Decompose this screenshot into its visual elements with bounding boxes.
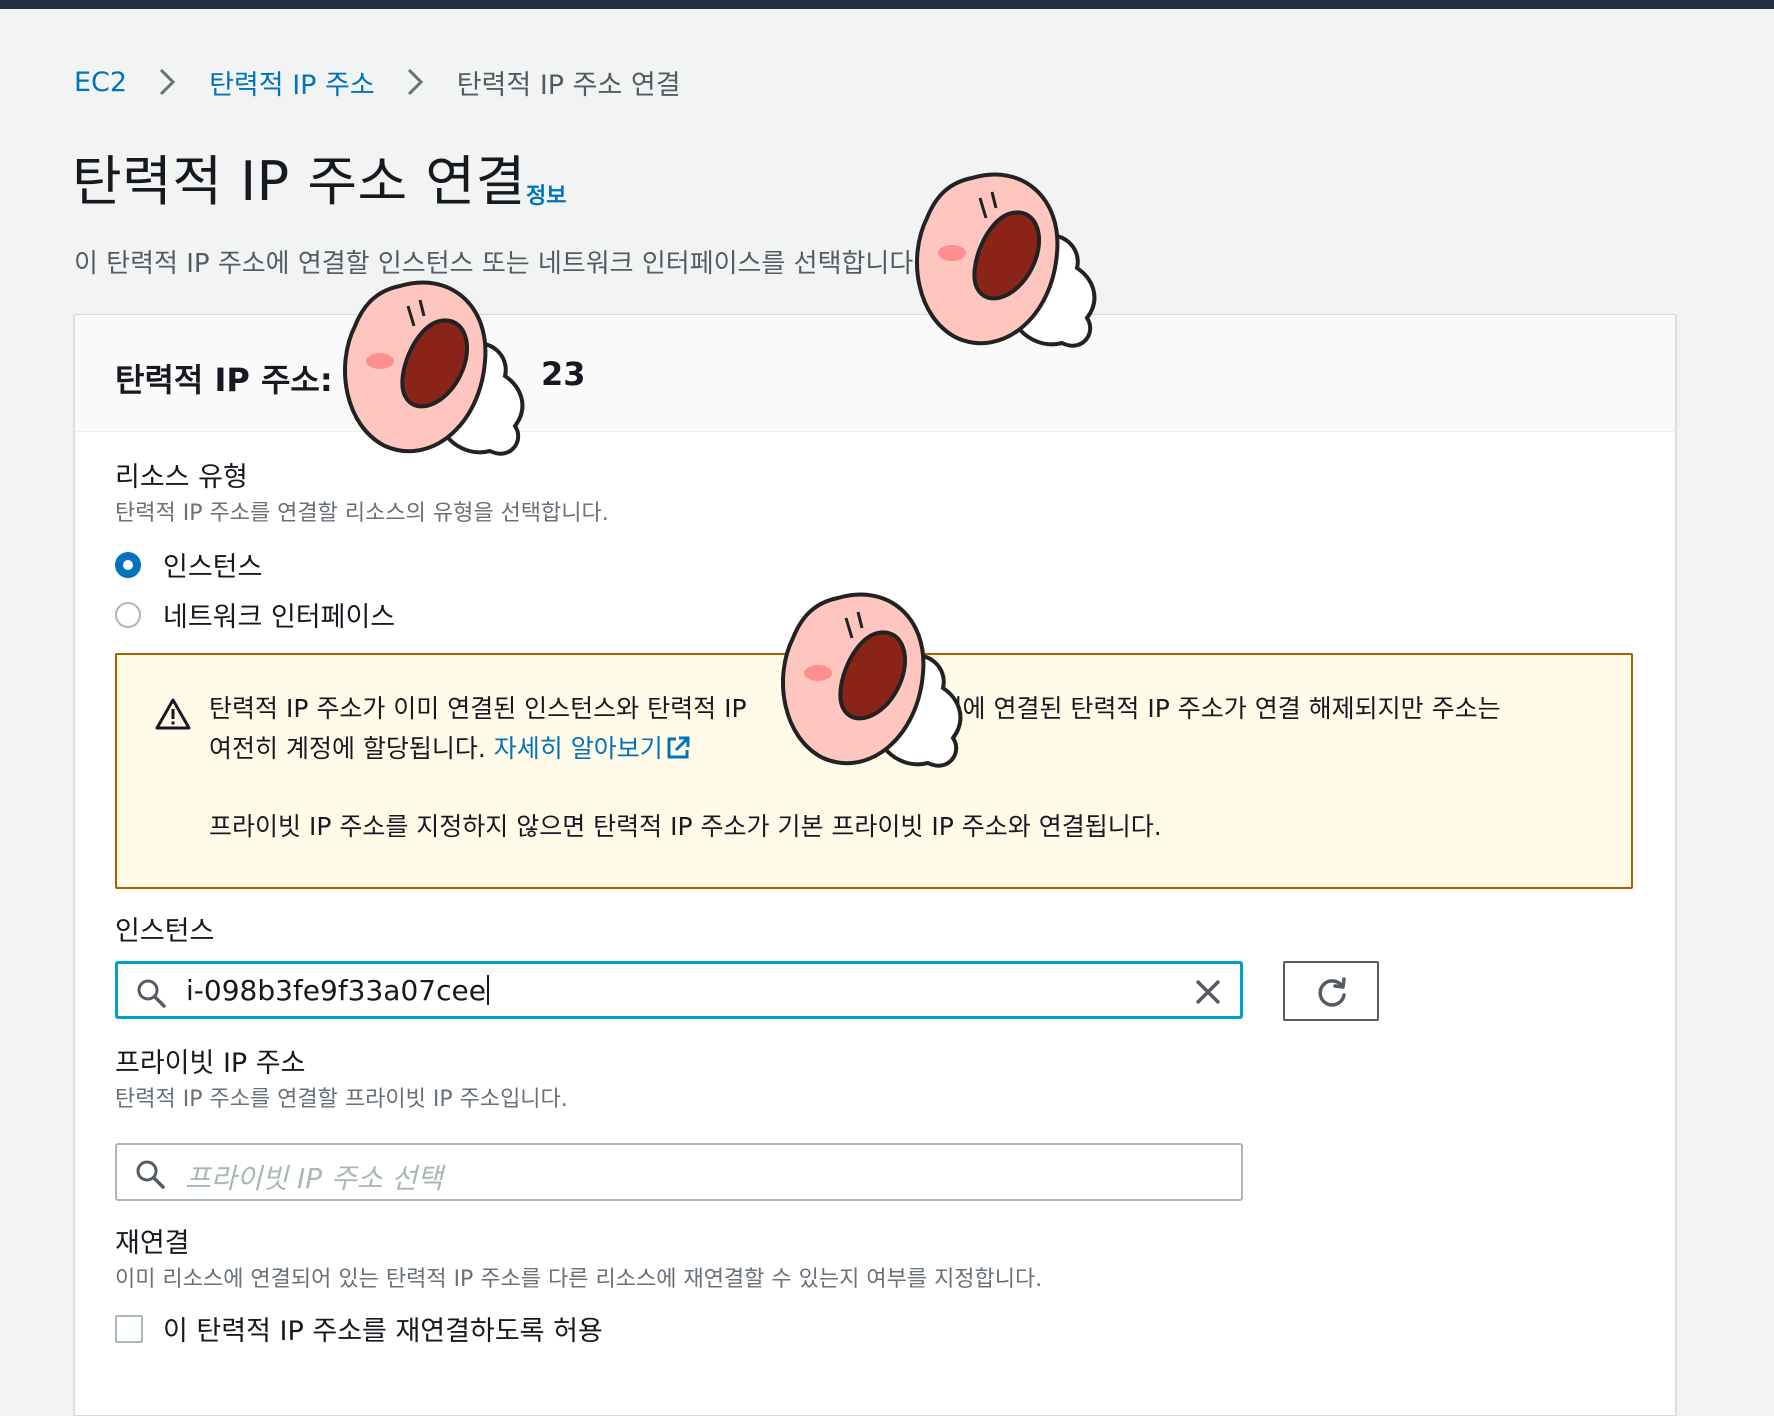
panel-title: 탄력적 IP 주소: — [115, 361, 333, 399]
refresh-icon — [1318, 977, 1346, 1007]
page-description: 이 탄력적 IP 주소에 연결할 인스턴스 또는 네트워크 인터페이스를 선택합… — [74, 249, 922, 279]
association-panel: 탄력적 IP 주소: 23 리소스 유형 탄력적 IP 주소를 연결할 리소스의… — [74, 314, 1676, 1416]
instance-search-value[interactable]: i-098b3fe9f33a07cee — [186, 974, 489, 1007]
breadcrumb-current: 탄력적 IP 주소 연결 — [456, 69, 681, 101]
top-navigation-bar — [0, 0, 1774, 9]
instance-search-input[interactable]: i-098b3fe9f33a07cee — [115, 961, 1243, 1019]
radio-instance-label: 인스턴스 — [163, 552, 263, 583]
checkbox[interactable] — [115, 1314, 143, 1343]
alert-text-line2: 여전히 계정에 할당됩니다. — [209, 734, 486, 763]
resource-type-description: 탄력적 IP 주소를 연결할 리소스의 유형을 선택합니다. — [115, 501, 609, 526]
breadcrumb-ec2[interactable]: EC2 — [74, 67, 127, 98]
radio-button-checked[interactable] — [115, 551, 141, 578]
radio-button-unchecked[interactable] — [115, 601, 141, 628]
radio-network-interface-label: 네트워크 인터페이스 — [163, 602, 396, 633]
peach-character-sticker — [343, 280, 525, 456]
resource-type-label: 리소스 유형 — [115, 462, 248, 493]
panel-header: 탄력적 IP 주소: 23 — [75, 315, 1675, 432]
reassociation-label: 재연결 — [115, 1228, 190, 1259]
radio-network-interface[interactable]: 네트워크 인터페이스 — [115, 595, 395, 634]
private-ip-description: 탄력적 IP 주소를 연결할 프라이빗 IP 주소입니다. — [115, 1087, 568, 1112]
private-ip-placeholder: 프라이빗 IP 주소 선택 — [185, 1162, 443, 1195]
chevron-right-icon — [160, 68, 176, 96]
learn-more-link[interactable]: 자세히 알아보기 — [494, 734, 663, 763]
private-ip-search-input[interactable]: 프라이빗 IP 주소 선택 — [115, 1143, 1243, 1201]
search-icon — [137, 979, 166, 1008]
private-ip-label: 프라이빗 IP 주소 — [115, 1048, 306, 1079]
alert-message-2: 프라이빗 IP 주소를 지정하지 않으면 탄력적 IP 주소가 기본 프라이빗 … — [209, 812, 1162, 841]
alert-text-start: 탄력적 IP 주소가 이미 연결된 인스턴스와 탄력적 IP — [209, 694, 747, 723]
refresh-button[interactable] — [1283, 961, 1379, 1021]
breadcrumb: EC2 탄력적 IP 주소 탄력적 IP 주소 연결 — [74, 60, 681, 104]
allow-reassociation-label: 이 탄력적 IP 주소를 재연결하도록 허용 — [163, 1316, 603, 1347]
instance-label: 인스턴스 — [115, 916, 215, 947]
reassociation-description: 이미 리소스에 연결되어 있는 탄력적 IP 주소를 다른 리소스에 재연결할 … — [115, 1267, 1043, 1292]
page-title: 탄력적 IP 주소 연결 — [72, 150, 526, 213]
warning-icon — [155, 698, 191, 730]
chevron-right-icon — [407, 68, 423, 96]
breadcrumb-elastic-ip[interactable]: 탄력적 IP 주소 — [209, 63, 375, 102]
allow-reassociation-checkbox[interactable]: 이 탄력적 IP 주소를 재연결하도록 허용 — [115, 1309, 603, 1348]
info-link[interactable]: 정보 — [526, 178, 566, 210]
external-link-icon[interactable] — [665, 735, 691, 761]
search-icon — [136, 1160, 165, 1189]
peach-character-sticker — [781, 592, 963, 768]
close-icon[interactable] — [1194, 978, 1222, 1006]
radio-instance[interactable]: 인스턴스 — [115, 545, 262, 584]
peach-character-sticker — [915, 172, 1097, 348]
